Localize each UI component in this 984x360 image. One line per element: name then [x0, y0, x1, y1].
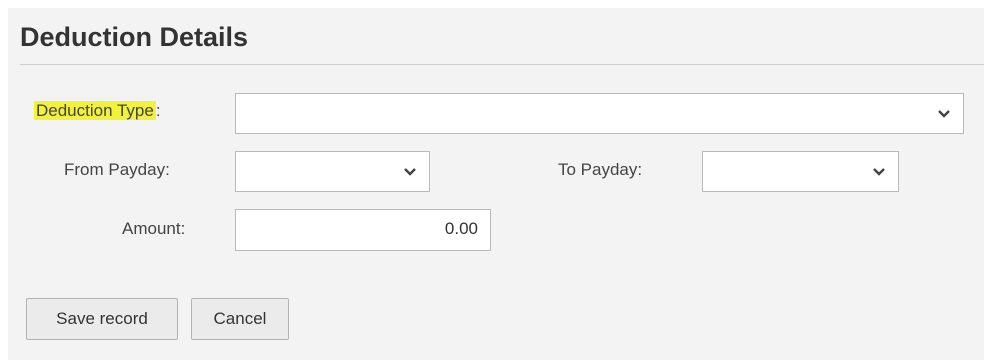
from-payday-select[interactable]: [235, 151, 430, 192]
deduction-details-panel: Deduction Details Deduction Type: From P…: [8, 8, 984, 360]
cancel-button[interactable]: Cancel: [191, 298, 289, 340]
amount-label: Amount:: [122, 219, 186, 238]
amount-value: 0.00: [444, 219, 478, 238]
chevron-down-icon: [404, 167, 416, 176]
from-payday-label: From Payday:: [64, 160, 170, 179]
title-divider: [20, 64, 984, 65]
page-title: Deduction Details: [20, 22, 249, 52]
deduction-type-label: Deduction Type:: [34, 101, 161, 121]
chevron-down-icon: [873, 167, 885, 176]
chevron-down-icon: [938, 109, 950, 118]
amount-input[interactable]: 0.00: [235, 209, 491, 251]
save-record-button[interactable]: Save record: [26, 298, 178, 340]
deduction-type-select[interactable]: [235, 93, 964, 134]
to-payday-select[interactable]: [702, 151, 899, 192]
deduction-type-label-colon: :: [155, 101, 161, 120]
to-payday-label: To Payday:: [558, 160, 643, 179]
deduction-type-label-text: Deduction Type: [34, 101, 156, 120]
